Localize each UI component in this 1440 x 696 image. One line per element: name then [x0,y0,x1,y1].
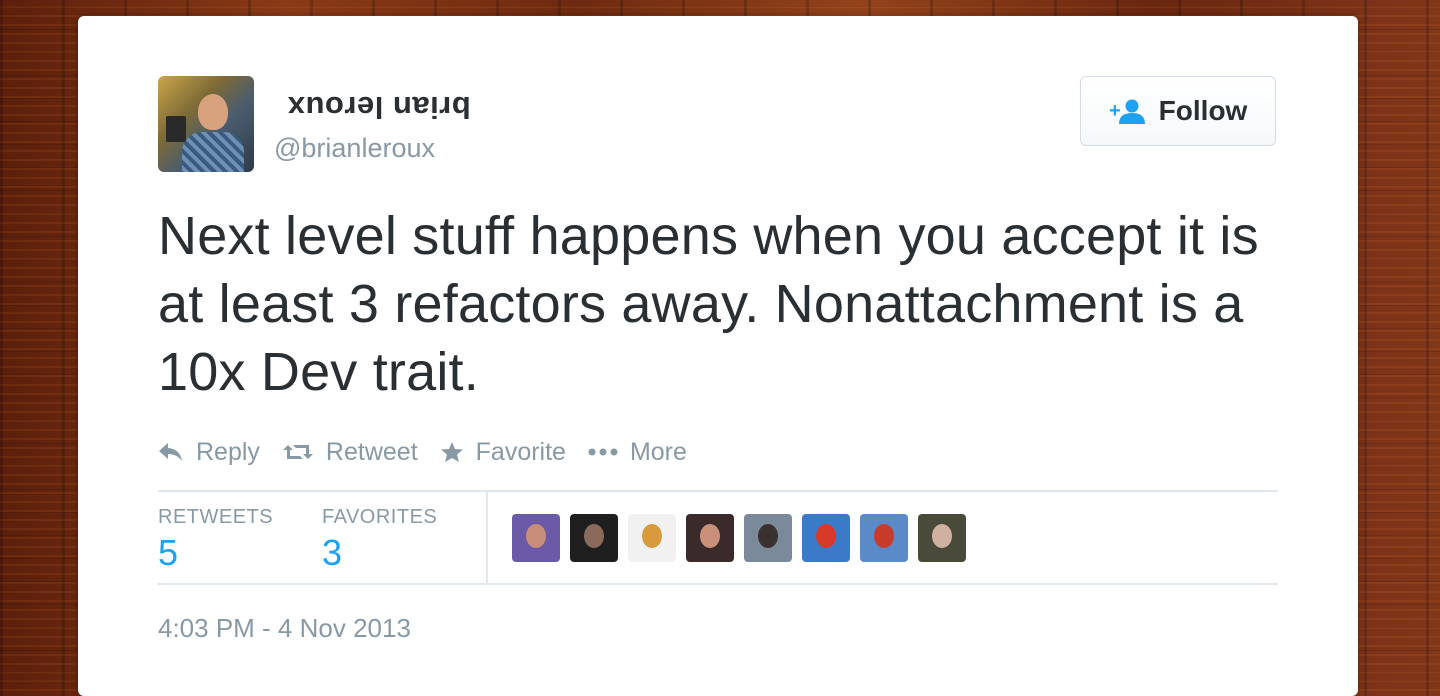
favoriter-avatar[interactable] [918,514,966,562]
avatar-face [198,94,228,130]
favoriter-avatar[interactable] [744,514,792,562]
favoriter-avatar-face [700,524,720,548]
favoriter-avatar[interactable] [570,514,618,562]
tweet-text: Next level stuff happens when you accept… [158,206,1259,402]
favorites-stat[interactable]: FAVORITES 3 [322,504,437,574]
more-dots-icon [588,448,618,456]
reply-action[interactable]: Reply [158,438,260,467]
retweet-action[interactable]: Retweet [282,438,418,467]
follow-button[interactable]: + Follow [1080,76,1276,146]
add-user-icon: + [1109,99,1145,124]
favoriter-avatar[interactable] [860,514,908,562]
tweet-timestamp[interactable]: 4:03 PM - 4 Nov 2013 [158,610,411,646]
favorites-label: FAVORITES [322,506,438,528]
reply-label: Reply [196,437,260,466]
star-icon [440,442,463,462]
favoriter-avatar-face [932,524,952,548]
favoriter-avatar-face [816,524,836,548]
tweet-actions: Reply Retweet Favorite More [158,430,687,474]
favoriter-avatar-face [526,524,546,548]
more-label: More [629,437,687,466]
follow-button-label: Follow [1158,95,1248,126]
svg-text:+: + [1109,100,1121,122]
retweet-label: Retweet [325,437,418,466]
user-handle[interactable]: @brianleroux [274,130,435,166]
stats-top-divider [158,490,1278,492]
favoriter-avatar-face [642,524,662,548]
favoriter-avatar[interactable] [686,514,734,562]
favoriter-avatar-face [758,524,778,548]
favorite-action[interactable]: Favorite [440,438,566,467]
retweet-icon [282,445,313,459]
favoriter-avatar[interactable] [802,514,850,562]
favoriter-avatar-face [584,524,604,548]
retweets-stat[interactable]: RETWEETS 5 [158,504,273,574]
stats-bottom-divider [158,583,1278,585]
favoriter-avatar-face [874,524,894,548]
retweets-count: 5 [158,532,179,573]
tweet-card: brian leroux @brianleroux + Follow Next … [78,16,1358,696]
favorite-label: Favorite [475,437,566,466]
favoriter-avatar[interactable] [628,514,676,562]
user-display-name[interactable]: brian leroux [274,88,484,126]
user-avatar[interactable] [158,76,254,172]
favoriters-avatars [512,514,966,562]
more-action[interactable]: More [588,438,687,467]
stats-separator [486,491,488,585]
avatar-shirt [182,132,244,172]
favoriter-avatar[interactable] [512,514,560,562]
favorites-count: 3 [322,532,343,573]
avatar-mug [166,116,186,142]
reply-icon [159,443,182,461]
retweets-label: RETWEETS [158,506,274,528]
